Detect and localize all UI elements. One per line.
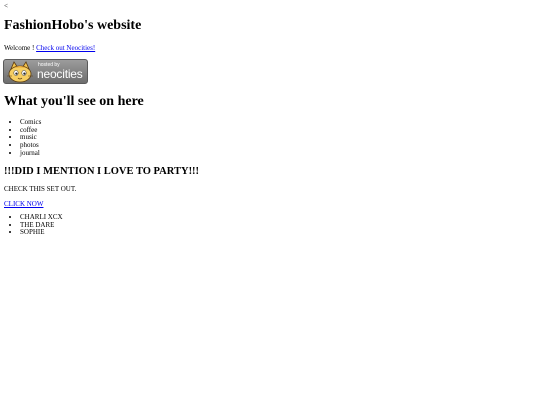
list-item: SOPHIE — [20, 229, 63, 237]
neocities-link[interactable]: Check out Neocities! — [36, 44, 95, 52]
section-heading: What you'll see on here — [4, 94, 144, 109]
click-now-link[interactable]: CLICK NOW — [4, 200, 43, 208]
click-line: CLICK NOW — [4, 200, 43, 208]
stray-text: < — [4, 2, 8, 10]
party-heading: !!!DID I MENTION I LOVE TO PARTY!!! — [4, 166, 200, 177]
welcome-text: Welcome ! — [4, 44, 37, 52]
check-text: CHECK THIS SET OUT. — [4, 185, 77, 193]
page: < FashionHobo's website Welcome ! Check … — [0, 0, 540, 405]
topics-list: Comics coffee music photos journal — [4, 118, 41, 158]
hosted-by-neocities-badge[interactable]: hosted by neocities — [3, 59, 88, 84]
badge-neocities-text: neocities — [37, 67, 83, 81]
list-item: journal — [20, 149, 41, 158]
neocities-cat-icon — [7, 61, 33, 83]
page-title: FashionHobo's website — [4, 18, 142, 33]
artists-list: CHARLI XCX THE DARE SOPHIE — [4, 213, 63, 237]
welcome-line: Welcome ! Check out Neocities! — [4, 44, 95, 52]
